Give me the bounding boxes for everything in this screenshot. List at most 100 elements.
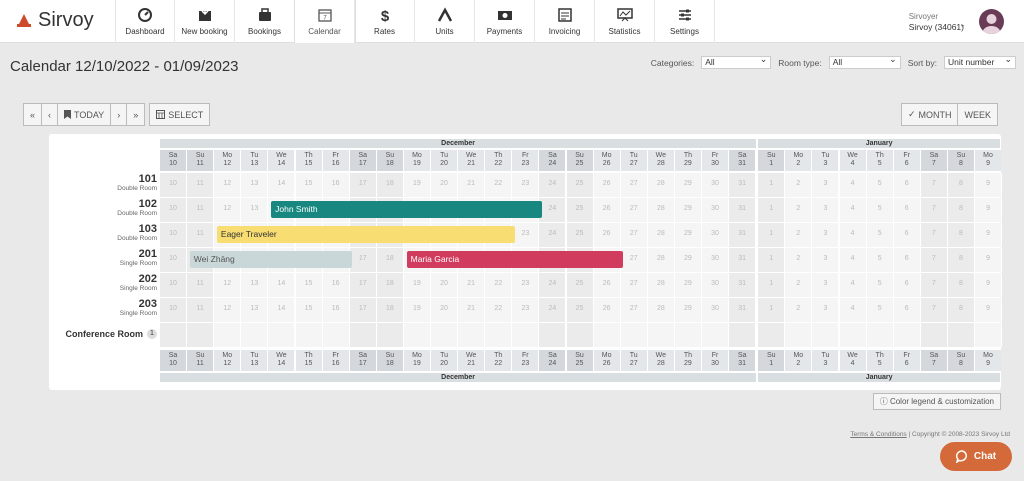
categories-select[interactable]: All <box>701 54 772 69</box>
calendar-cell[interactable]: 30 <box>702 173 730 197</box>
calendar-cell[interactable]: 30 <box>702 223 730 247</box>
calendar-cell[interactable]: 5 <box>866 223 894 247</box>
calendar-cell[interactable]: 1 <box>758 298 786 322</box>
calendar-cell[interactable] <box>647 323 675 347</box>
calendar-cell[interactable]: 10 <box>160 173 188 197</box>
calendar-cell[interactable]: 6 <box>893 248 921 272</box>
calendar-cell[interactable]: 9 <box>975 223 1003 247</box>
calendar-cell[interactable]: 27 <box>620 298 648 322</box>
calendar-cell[interactable]: 16 <box>322 298 350 322</box>
calendar-cell[interactable]: 8 <box>947 273 975 297</box>
calendar-cell[interactable]: 3 <box>812 298 840 322</box>
calendar-cell[interactable]: 3 <box>812 248 840 272</box>
calendar-cell[interactable]: 29 <box>674 273 702 297</box>
calendar-cell[interactable]: 28 <box>647 298 675 322</box>
calendar-cell[interactable]: 17 <box>349 248 377 272</box>
calendar-cell[interactable]: 25 <box>566 223 594 247</box>
calendar-cell[interactable] <box>187 323 215 347</box>
calendar-cell[interactable]: 24 <box>539 298 567 322</box>
calendar-cell[interactable]: 4 <box>839 298 867 322</box>
calendar-cell[interactable]: 28 <box>647 173 675 197</box>
calendar-cell[interactable]: 24 <box>539 273 567 297</box>
calendar-cell[interactable] <box>349 323 377 347</box>
user-menu[interactable]: Sirvoyer Sirvoy (34061) <box>909 11 964 33</box>
last-page-button[interactable]: » <box>127 104 144 125</box>
calendar-cell[interactable]: 20 <box>431 298 459 322</box>
calendar-cell[interactable]: 1 <box>758 223 786 247</box>
nav-units[interactable]: Units <box>415 0 475 43</box>
calendar-cell[interactable]: 27 <box>620 273 648 297</box>
calendar-cell[interactable]: 9 <box>975 198 1003 222</box>
calendar-cell[interactable]: 31 <box>729 173 757 197</box>
month-view-button[interactable]: ✓ MONTH <box>902 104 959 125</box>
calendar-cell[interactable]: 10 <box>160 248 188 272</box>
calendar-cell[interactable]: 11 <box>187 273 215 297</box>
chat-button[interactable]: Chat <box>940 442 1012 471</box>
calendar-cell[interactable]: 19 <box>403 173 431 197</box>
calendar-cell[interactable]: 20 <box>431 173 459 197</box>
calendar-cell[interactable] <box>812 323 840 347</box>
calendar-cell[interactable]: 2 <box>785 298 813 322</box>
nav-statistics[interactable]: Statistics <box>595 0 655 43</box>
calendar-cell[interactable] <box>674 323 702 347</box>
calendar-cell[interactable]: 18 <box>376 248 404 272</box>
booking-bar[interactable]: Wei Zhāng <box>189 251 353 268</box>
calendar-cell[interactable]: 24 <box>539 198 567 222</box>
calendar-cell[interactable] <box>458 323 486 347</box>
calendar-cell[interactable]: 6 <box>893 173 921 197</box>
calendar-cell[interactable] <box>620 323 648 347</box>
calendar-cell[interactable] <box>893 323 921 347</box>
calendar-cell[interactable]: 18 <box>376 273 404 297</box>
calendar-cell[interactable]: 7 <box>920 273 948 297</box>
calendar-cell[interactable]: 31 <box>729 223 757 247</box>
calendar-cell[interactable]: 12 <box>214 173 242 197</box>
calendar-cell[interactable]: 14 <box>268 298 296 322</box>
nav-settings[interactable]: Settings <box>655 0 715 43</box>
calendar-cell[interactable]: 5 <box>866 173 894 197</box>
calendar-cell[interactable]: 21 <box>458 298 486 322</box>
calendar-cell[interactable]: 6 <box>893 298 921 322</box>
calendar-cell[interactable]: 1 <box>758 273 786 297</box>
calendar-cell[interactable]: 25 <box>566 173 594 197</box>
calendar-cell[interactable]: 22 <box>485 173 513 197</box>
calendar-cell[interactable]: 13 <box>241 173 269 197</box>
calendar-cell[interactable]: 29 <box>674 223 702 247</box>
chevron-down-icon[interactable]: ⌄ <box>959 20 966 29</box>
calendar-cell[interactable] <box>866 323 894 347</box>
booking-bar[interactable]: Maria Garcia <box>406 251 624 268</box>
calendar-cell[interactable]: 28 <box>647 223 675 247</box>
calendar-cell[interactable]: 7 <box>920 173 948 197</box>
calendar-cell[interactable] <box>512 323 540 347</box>
calendar-cell[interactable]: 4 <box>839 248 867 272</box>
calendar-cell[interactable] <box>920 323 948 347</box>
calendar-cell[interactable]: 1 <box>758 173 786 197</box>
calendar-cell[interactable] <box>785 323 813 347</box>
calendar-cell[interactable]: 24 <box>539 223 567 247</box>
calendar-cell[interactable] <box>241 323 269 347</box>
calendar-cell[interactable]: 25 <box>566 198 594 222</box>
calendar-cell[interactable]: 21 <box>458 273 486 297</box>
calendar-cell[interactable]: 5 <box>866 248 894 272</box>
calendar-cell[interactable]: 31 <box>729 298 757 322</box>
calendar-cell[interactable]: 11 <box>187 223 215 247</box>
calendar-cell[interactable] <box>431 323 459 347</box>
calendar-cell[interactable]: 27 <box>620 173 648 197</box>
next-button[interactable]: › <box>111 104 128 125</box>
calendar-cell[interactable]: 12 <box>214 198 242 222</box>
calendar-cell[interactable]: 26 <box>593 223 621 247</box>
calendar-cell[interactable]: 27 <box>620 223 648 247</box>
calendar-cell[interactable]: 6 <box>893 223 921 247</box>
calendar-cell[interactable]: 14 <box>268 173 296 197</box>
nav-payments[interactable]: Payments <box>475 0 535 43</box>
roomtype-select[interactable]: All <box>828 54 901 69</box>
calendar-cell[interactable]: 7 <box>920 248 948 272</box>
calendar-cell[interactable]: 16 <box>322 173 350 197</box>
previous-button[interactable]: ‹ <box>42 104 59 125</box>
avatar[interactable] <box>979 9 1004 34</box>
calendar-cell[interactable]: 9 <box>975 273 1003 297</box>
calendar-cell[interactable]: 9 <box>975 248 1003 272</box>
calendar-cell[interactable]: 8 <box>947 173 975 197</box>
calendar-cell[interactable] <box>403 323 431 347</box>
calendar-cell[interactable]: 30 <box>702 298 730 322</box>
calendar-cell[interactable]: 12 <box>214 273 242 297</box>
